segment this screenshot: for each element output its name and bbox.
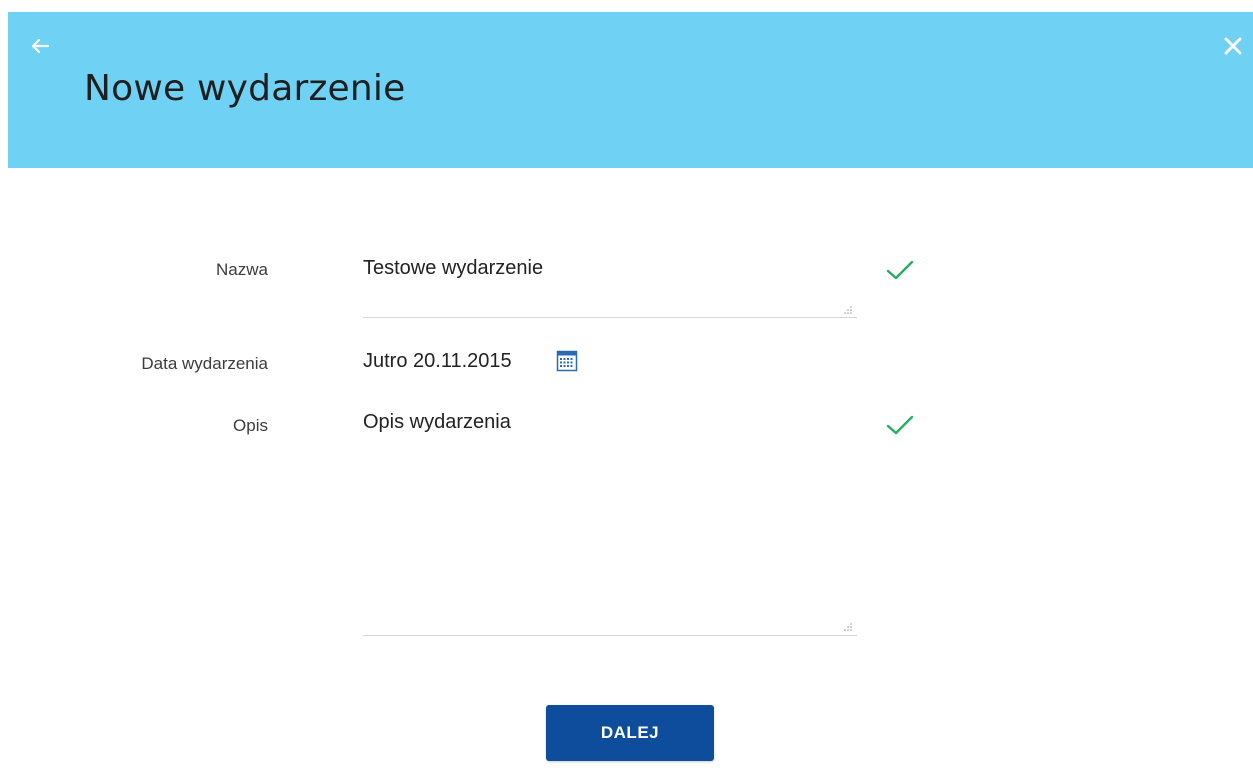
date-label: Data wydarzenia — [141, 354, 268, 373]
next-button[interactable]: DALEJ — [546, 705, 714, 761]
new-event-page: Nowe wydarzenie Nazwa Data wydarzenia Ju… — [0, 0, 1253, 776]
description-input[interactable] — [363, 411, 857, 636]
name-input[interactable] — [363, 257, 857, 318]
arrow-left-icon — [31, 38, 50, 54]
valid-check-icon — [886, 415, 914, 435]
page-header: Nowe wydarzenie — [8, 12, 1253, 168]
calendar-icon — [556, 350, 578, 372]
close-button[interactable] — [1219, 32, 1247, 60]
resize-grip-icon[interactable] — [843, 622, 853, 632]
name-label: Nazwa — [216, 260, 268, 279]
page-title: Nowe wydarzenie — [84, 68, 406, 109]
description-label: Opis — [233, 416, 268, 435]
resize-grip-icon[interactable] — [843, 305, 853, 315]
calendar-button[interactable] — [556, 350, 578, 372]
date-value[interactable]: Jutro 20.11.2015 — [363, 350, 512, 373]
valid-check-icon — [886, 260, 914, 280]
close-icon — [1224, 37, 1242, 55]
back-button[interactable] — [26, 32, 54, 60]
